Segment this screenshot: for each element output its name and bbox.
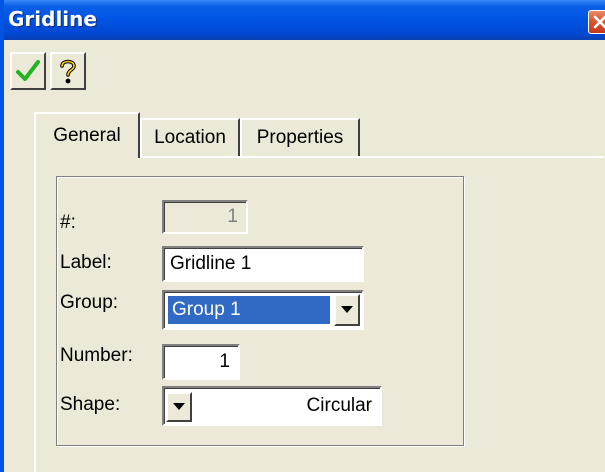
close-button[interactable] (588, 10, 605, 34)
group-combobox[interactable]: Group 1 (162, 290, 364, 330)
help-button[interactable] (50, 52, 86, 90)
shape-label: Shape: (60, 394, 121, 415)
number-sign-label: #: (60, 212, 76, 233)
tab-general[interactable]: General (34, 112, 140, 158)
tab-location[interactable]: Location (140, 118, 240, 156)
title-bar[interactable]: Gridline (4, 0, 605, 40)
window-title: Gridline (8, 7, 97, 31)
gridline-dialog: Gridline General Location Properties #: … (0, 0, 605, 472)
number-label: Number: (60, 345, 133, 366)
chevron-down-icon (341, 306, 353, 313)
shape-dropdown-button[interactable] (166, 392, 192, 422)
checkmark-icon (16, 60, 40, 81)
group-dropdown-button[interactable] (334, 294, 360, 326)
group-selected-value: Group 1 (168, 296, 330, 324)
help-icon (60, 59, 76, 84)
tab-properties[interactable]: Properties (240, 118, 360, 156)
ok-button[interactable] (10, 52, 46, 90)
label-field[interactable]: Gridline 1 (162, 246, 364, 282)
id-field: 1 (162, 200, 248, 234)
group-label: Group: (60, 292, 119, 313)
shape-value: Circular (306, 395, 372, 416)
chevron-down-icon (173, 403, 185, 410)
label-label: Label: (60, 252, 112, 273)
close-icon (593, 15, 605, 29)
shape-combobox[interactable]: Circular (162, 386, 382, 426)
number-field[interactable]: 1 (162, 344, 240, 380)
